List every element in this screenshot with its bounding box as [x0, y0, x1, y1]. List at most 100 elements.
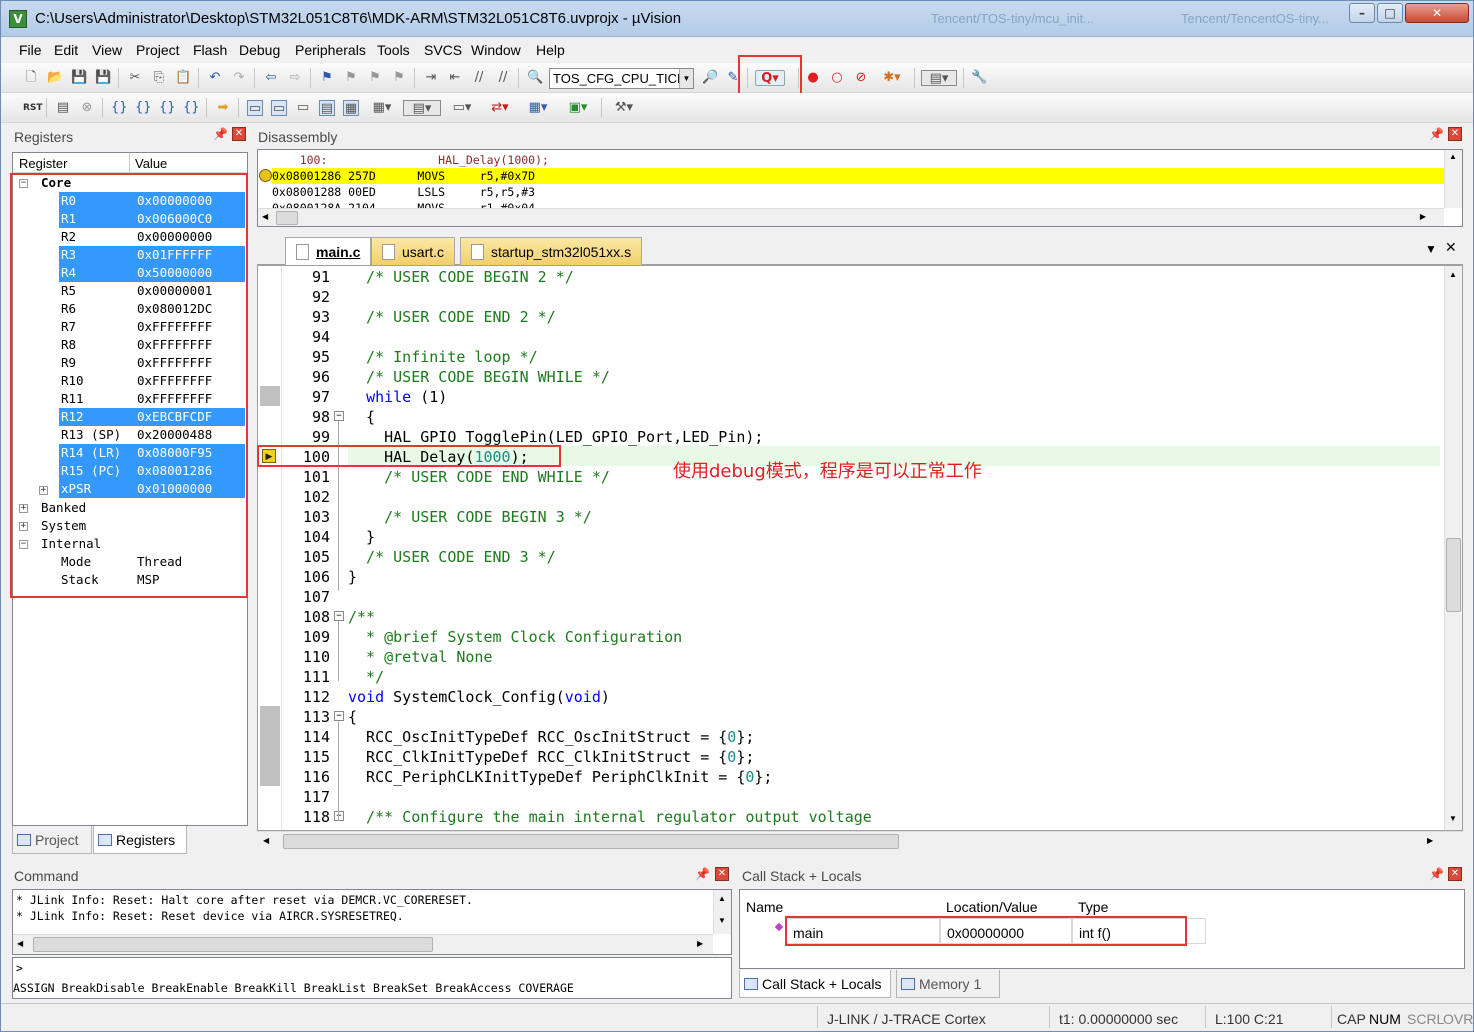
disable-all-breakpoints-icon[interactable]: ⊘	[853, 70, 869, 86]
configure-icon[interactable]: 🔧	[971, 70, 987, 86]
code-line[interactable]: HAL_GPIO_TogglePin(LED_GPIO_Port,LED_Pin…	[348, 427, 763, 447]
disassembly-view[interactable]: 100: HAL_Delay(1000); 0x08001286 257D MO…	[257, 149, 1463, 227]
command-vscroll[interactable]: ▲ ▼	[713, 890, 731, 934]
comment-icon[interactable]: //	[471, 70, 487, 86]
system-group[interactable]: System	[13, 517, 247, 535]
tab-project[interactable]: Project	[12, 826, 92, 854]
banked-group[interactable]: Banked	[13, 499, 247, 517]
code-line[interactable]: void SystemClock_Config(void)	[348, 687, 610, 707]
code-line[interactable]: }	[348, 527, 375, 547]
trace-window-icon[interactable]: ▦▾	[523, 100, 553, 116]
minimize-button[interactable]: –	[1349, 3, 1375, 23]
tab-memory-1[interactable]: Memory 1	[896, 970, 1000, 998]
code-line[interactable]: while (1)	[348, 387, 447, 407]
register-row-mode[interactable]: Mode Thread	[13, 553, 247, 571]
col-type[interactable]: Type	[1078, 899, 1108, 915]
register-row[interactable]: R10 0xFFFFFFFF	[13, 372, 247, 390]
next-bookmark-icon[interactable]: ⚑	[367, 70, 383, 86]
tab-registers[interactable]: Registers	[93, 826, 187, 854]
register-row[interactable]: R5 0x00000001	[13, 282, 247, 300]
scroll-down-icon[interactable]: ▼	[1449, 814, 1457, 823]
register-value[interactable]: 0xFFFFFFFF	[135, 372, 245, 390]
save-icon[interactable]: 💾	[71, 70, 87, 86]
code-editor[interactable]: ▶ 91 /* USER CODE BEGIN 2 */ 92 93 /* USER…	[257, 265, 1463, 831]
scroll-thumb[interactable]	[283, 834, 899, 849]
scroll-left-icon[interactable]: ◀	[263, 836, 269, 845]
register-row[interactable]: R15 (PC) 0x08001286	[13, 462, 247, 480]
serial-window-icon[interactable]: ▭▾	[447, 100, 477, 116]
register-value[interactable]: 0xFFFFFFFF	[135, 318, 245, 336]
show-next-statement-icon[interactable]: ➡	[215, 100, 231, 116]
disassembly-window-icon[interactable]: ▭	[271, 100, 287, 116]
pin-icon[interactable]: 📌	[213, 127, 228, 141]
register-row[interactable]: xPSR 0x01000000	[13, 480, 247, 498]
register-value[interactable]: 0x50000000	[135, 264, 245, 282]
register-row[interactable]: R0 0x00000000	[13, 192, 247, 210]
core-group[interactable]: Core	[13, 174, 247, 192]
code-line[interactable]: /**	[348, 607, 375, 627]
menu-peripherals[interactable]: Peripherals	[295, 42, 366, 58]
col-value[interactable]: Value	[135, 156, 167, 171]
register-value[interactable]: 0xFFFFFFFF	[135, 390, 245, 408]
cut-icon[interactable]: ✂	[127, 70, 143, 86]
register-row[interactable]: R3 0x01FFFFFF	[13, 246, 247, 264]
menu-help[interactable]: Help	[536, 42, 565, 58]
incremental-find-icon[interactable]: ✎	[725, 70, 741, 86]
close-disassembly-icon[interactable]: ✕	[1448, 127, 1462, 141]
tab-callstack-locals[interactable]: Call Stack + Locals	[739, 970, 891, 998]
register-value[interactable]: 0xEBCBFCDF	[135, 408, 245, 426]
window-layout-icon[interactable]: ▤▾	[921, 70, 957, 86]
code-line[interactable]: }	[348, 567, 357, 587]
code-line[interactable]: /* USER CODE END WHILE */	[348, 467, 610, 487]
scroll-up-icon[interactable]: ▲	[1449, 152, 1457, 161]
memory-window-icon[interactable]: ▤▾	[403, 100, 441, 116]
code-line[interactable]: /* USER CODE END 2 */	[348, 307, 556, 327]
expand-xpsr-icon[interactable]: +	[39, 486, 48, 495]
callstack-row-location[interactable]: 0x00000000	[940, 918, 1072, 944]
register-value[interactable]: 0x00000000	[135, 228, 245, 246]
register-row[interactable]: R1 0x006000C0	[13, 210, 247, 228]
run-icon[interactable]: ▤	[55, 100, 71, 116]
find-in-files-icon[interactable]: 🔍	[527, 70, 543, 86]
registers-window-icon[interactable]: ▤	[319, 100, 335, 116]
scroll-left-icon[interactable]: ◀	[262, 212, 268, 221]
register-value[interactable]: 0xFFFFFFFF	[135, 354, 245, 372]
close-window-button[interactable]: ✕	[1405, 3, 1469, 23]
scroll-up-icon[interactable]: ▲	[718, 894, 726, 903]
pin-icon[interactable]: 📌	[1429, 867, 1444, 881]
code-line[interactable]: /* Infinite loop */	[348, 347, 538, 367]
register-row[interactable]: R7 0xFFFFFFFF	[13, 318, 247, 336]
register-row[interactable]: R2 0x00000000	[13, 228, 247, 246]
fold-icon[interactable]: −	[334, 711, 344, 721]
editor-hscroll[interactable]: ◀ ▶	[257, 831, 1463, 851]
code-line[interactable]: HAL_Delay(1000);	[348, 447, 529, 467]
prev-bookmark-icon[interactable]: ⚑	[343, 70, 359, 86]
scroll-down-icon[interactable]: ▼	[718, 916, 726, 925]
fold-icon[interactable]: −	[334, 811, 344, 821]
command-hscroll[interactable]: ◀ ▶	[13, 934, 713, 954]
code-line[interactable]: /* USER CODE BEGIN WHILE */	[348, 367, 610, 387]
close-command-icon[interactable]: ✕	[715, 867, 729, 881]
reset-icon[interactable]: RST	[23, 100, 43, 116]
open-file-icon[interactable]: 📂	[47, 70, 63, 86]
command-input-area[interactable]: > ASSIGN BreakDisable BreakEnable BreakK…	[12, 957, 732, 999]
code-line[interactable]: /* USER CODE BEGIN 2 */	[348, 267, 574, 287]
register-value[interactable]: 0xFFFFFFFF	[135, 336, 245, 354]
internal-group[interactable]: Internal	[13, 535, 247, 553]
register-value[interactable]: 0x08001286	[135, 462, 245, 480]
col-name[interactable]: Name	[746, 899, 783, 915]
col-register[interactable]: Register	[19, 156, 67, 171]
register-row[interactable]: R8 0xFFFFFFFF	[13, 336, 247, 354]
bookmark-icon[interactable]: ⚑	[319, 70, 335, 86]
menu-svcs[interactable]: SVCS	[424, 42, 462, 58]
code-line[interactable]: * @retval None	[348, 647, 492, 667]
scroll-up-icon[interactable]: ▲	[1449, 270, 1457, 279]
code-line[interactable]: RCC_OscInitTypeDef RCC_OscInitStruct = {…	[348, 727, 754, 747]
menu-edit[interactable]: Edit	[54, 42, 78, 58]
fold-icon[interactable]: −	[334, 611, 344, 621]
register-row[interactable]: R12 0xEBCBFCDF	[13, 408, 247, 426]
code-line[interactable]: RCC_PeriphCLKInitTypeDef PeriphClkInit =…	[348, 767, 772, 787]
register-value[interactable]: 0x08000F95	[135, 444, 245, 462]
menu-tools[interactable]: Tools	[377, 42, 410, 58]
code-line[interactable]: /* USER CODE END 3 */	[348, 547, 556, 567]
